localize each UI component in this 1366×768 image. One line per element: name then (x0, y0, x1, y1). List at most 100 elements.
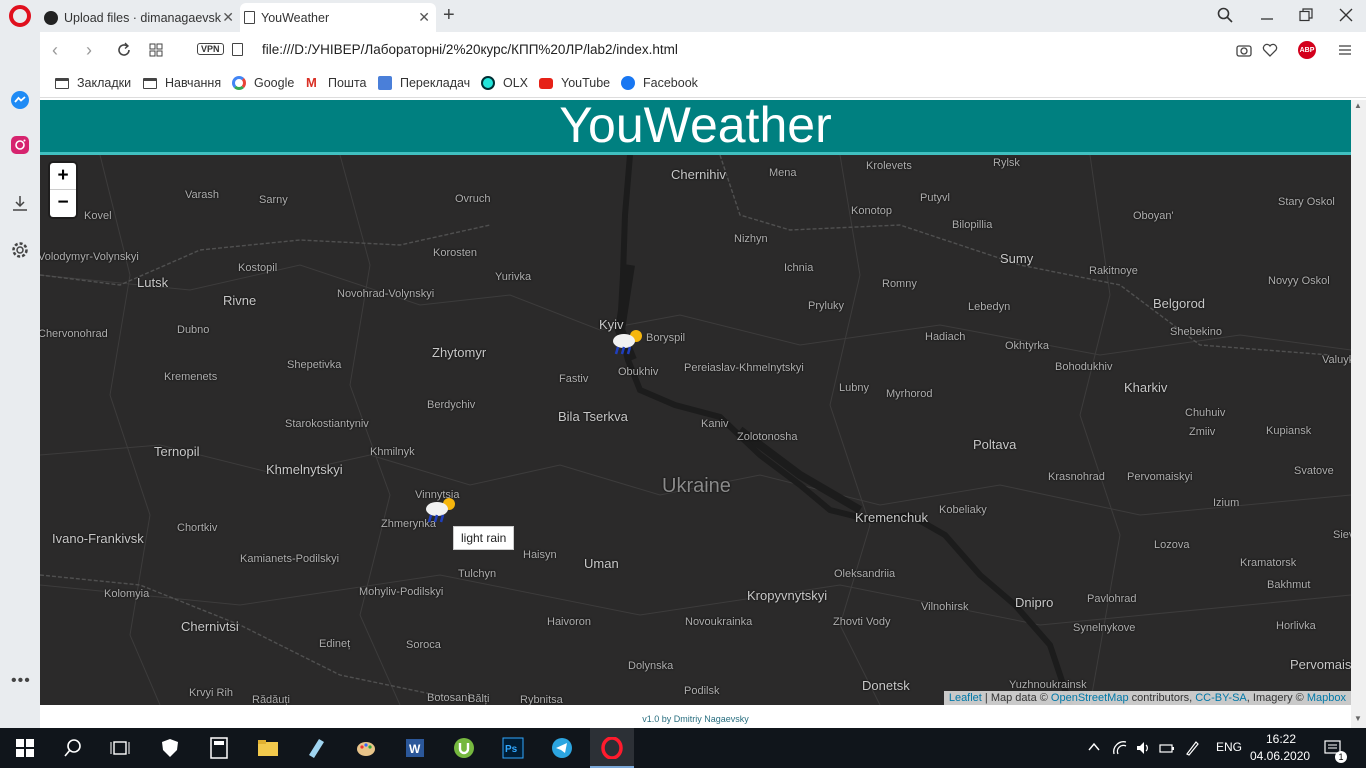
close-window-icon[interactable] (1339, 8, 1353, 22)
bookmark-facebook[interactable]: Facebook (621, 76, 698, 90)
pen-icon[interactable] (1184, 740, 1200, 756)
map-label-city: Horlivka (1276, 620, 1316, 632)
vpn-badge[interactable]: VPN (197, 43, 224, 55)
tab-youweather[interactable]: YouWeather ✕ (240, 3, 436, 32)
file-explorer-icon[interactable] (257, 737, 279, 759)
map-label-city: Dubno (177, 324, 210, 336)
map-label-city: Zhytomyr (432, 345, 487, 360)
downloads-icon[interactable] (10, 193, 30, 213)
telegram-icon[interactable] (551, 737, 573, 759)
map-label-city: Pryluky (808, 300, 845, 312)
snapshot-camera-icon[interactable] (1236, 43, 1252, 57)
map-label-city: Lozova (1154, 539, 1190, 551)
map-label-city: Krasnohrad (1048, 471, 1105, 483)
tab-upload-files[interactable]: Upload files · dimanagaevsk ✕ (40, 3, 240, 32)
bookmark-google[interactable]: Google (232, 76, 294, 90)
url-field[interactable]: file:///D:/УНІВЕР/Лабораторні/2%20курс/К… (262, 42, 678, 57)
map-label-city: Synelnykove (1073, 622, 1136, 634)
notepad-app-icon[interactable] (305, 737, 327, 759)
map-label-city: Berdychiv (427, 399, 476, 411)
weather-icon-kyiv[interactable] (610, 327, 646, 357)
security-shield-icon[interactable] (159, 737, 181, 759)
page-info-icon[interactable] (232, 43, 243, 56)
leaflet-link[interactable]: Leaflet (949, 692, 982, 704)
zoom-out-button[interactable]: − (50, 190, 76, 217)
map-label-city: Svatove (1294, 465, 1334, 477)
map-label-city: Chervonohrad (40, 328, 108, 340)
more-icon[interactable]: ••• (11, 672, 31, 690)
taskbar-opera-active[interactable] (590, 728, 634, 768)
zoom-in-button[interactable]: + (50, 163, 76, 190)
windows-taskbar: W Ps ENG 16:22 04.06.2020 1 (0, 728, 1366, 768)
map-label-city: Valuyki (1322, 354, 1351, 366)
bookmark-perekladach[interactable]: Перекладач (378, 76, 470, 90)
clock-time[interactable]: 16:22 (1266, 732, 1296, 746)
clock-date[interactable]: 04.06.2020 (1250, 749, 1310, 763)
speed-dial-icon[interactable] (149, 43, 163, 57)
utorrent-icon[interactable] (453, 737, 475, 759)
map-label-city: Kostopil (238, 262, 278, 274)
volume-icon[interactable] (1135, 740, 1151, 756)
instagram-icon[interactable] (10, 135, 30, 155)
opera-menu-icon[interactable] (9, 5, 31, 27)
map-label-city: Myrhorod (886, 388, 933, 400)
page-scrollbar[interactable]: ▲ ▼ (1351, 100, 1366, 728)
tab-title: YouWeather (261, 10, 330, 25)
license-link[interactable]: CC-BY-SA (1195, 692, 1247, 704)
search-tabs-icon[interactable] (1217, 7, 1233, 23)
photoshop-icon[interactable]: Ps (502, 737, 524, 759)
network-icon[interactable] (1112, 740, 1128, 756)
adblock-icon[interactable]: ABP (1298, 41, 1316, 59)
restore-icon[interactable] (1299, 8, 1313, 22)
battery-icon[interactable] (1159, 740, 1175, 756)
osm-link[interactable]: OpenStreetMap (1051, 692, 1129, 704)
bookmark-zakladky[interactable]: Закладки (55, 76, 131, 90)
map-label-city: Kamianets-Podilskyi (240, 553, 340, 565)
bookmark-poshta[interactable]: M Пошта (306, 76, 367, 91)
new-tab-button[interactable]: + (443, 4, 455, 27)
weather-icon-vinnytsia[interactable] (423, 495, 459, 525)
youtube-icon (539, 77, 553, 89)
settings-gear-icon[interactable] (10, 240, 30, 260)
scroll-down-icon[interactable]: ▼ (1354, 714, 1362, 723)
map-label-city: Kovel (84, 210, 112, 222)
calculator-icon[interactable] (208, 737, 230, 759)
bookmark-youtube[interactable]: YouTube (539, 76, 610, 90)
map-label-city: Kropyvnytskyi (747, 588, 828, 603)
github-icon (44, 10, 58, 25)
map-label-city: Uman (584, 556, 619, 571)
forward-button[interactable]: › (86, 40, 92, 61)
bookmark-navchannia[interactable]: Навчання (143, 76, 221, 90)
close-tab-icon[interactable]: ✕ (222, 9, 234, 26)
map-label-city: Dolynska (628, 660, 674, 672)
back-button[interactable]: ‹ (52, 40, 58, 61)
show-hidden-icons[interactable] (1088, 742, 1100, 752)
notification-count-badge: 1 (1335, 751, 1347, 763)
map-label-city: Ternopil (154, 444, 200, 459)
heart-bookmark-icon[interactable] (1262, 43, 1278, 57)
map-label-city: Shepetivka (287, 359, 342, 371)
map-label-city: Sumy (1000, 251, 1034, 266)
messenger-icon[interactable] (10, 90, 30, 110)
scroll-up-icon[interactable]: ▲ (1354, 101, 1362, 110)
paint-app-icon[interactable] (355, 737, 377, 759)
reload-icon[interactable] (116, 42, 132, 58)
map-label-city: Starokostiantyniv (285, 418, 369, 430)
search-icon[interactable] (62, 737, 84, 759)
bookmark-olx[interactable]: OLX (481, 76, 528, 90)
word-app-icon[interactable]: W (404, 737, 426, 759)
map-label-city: Bila Tserkva (558, 409, 628, 424)
map-label-city: Kolomyia (104, 588, 150, 600)
language-indicator[interactable]: ENG (1216, 740, 1242, 754)
easy-setup-icon[interactable] (1338, 43, 1352, 57)
weather-map[interactable]: + − Chernihiv Mena Krolevets Rylsk Varash Sar… (40, 155, 1351, 705)
minimize-icon[interactable] (1260, 8, 1274, 22)
page-title: YouWeather (559, 100, 832, 153)
mapbox-link[interactable]: Mapbox (1307, 692, 1346, 704)
close-tab-icon[interactable]: ✕ (418, 9, 430, 26)
bookmark-label: Закладки (77, 76, 132, 90)
site-header: YouWeather (40, 100, 1351, 155)
map-label-city: Tulchyn (458, 568, 497, 580)
windows-start-icon[interactable] (14, 737, 36, 759)
task-view-icon[interactable] (109, 737, 131, 759)
